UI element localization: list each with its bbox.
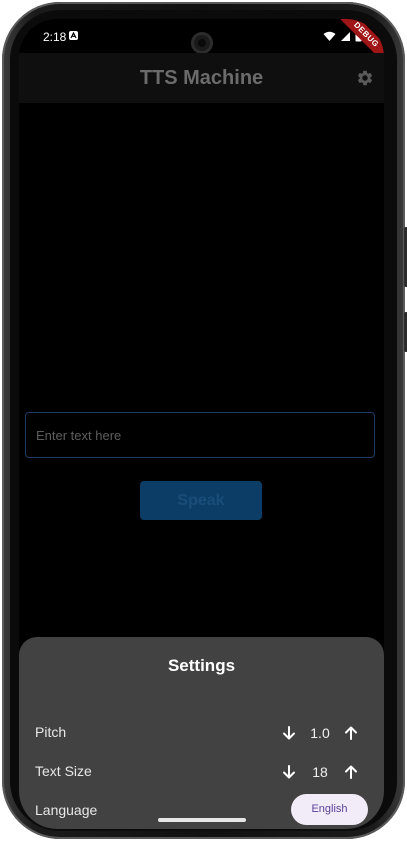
settings-sheet: Settings Pitch 1.0 Text Size 18 Language… [19,637,384,829]
settings-title: Settings [167,656,236,675]
arrow-down-icon [283,765,295,779]
app-screen: 2:18 DEBUG TTS Machine Speak Settings Pi… [19,19,384,829]
pitch-controls: 1.0 [280,721,360,745]
language-label: Language [35,802,98,818]
arrow-up-icon [345,765,357,779]
text-size-increase-button[interactable] [342,763,360,781]
text-size-controls: 18 [280,760,360,784]
arrow-up-icon [345,726,357,740]
arrow-down-icon [283,726,295,740]
home-indicator[interactable] [158,818,246,822]
language-select-button[interactable]: English [291,794,368,825]
pitch-increase-button[interactable] [342,724,360,742]
pitch-value: 1.0 [310,725,330,741]
app-bar: TTS Machine [19,53,384,103]
pitch-decrease-button[interactable] [280,724,298,742]
notification-icon [69,31,78,40]
speak-button[interactable]: Speak [140,481,262,520]
pitch-label: Pitch [35,724,67,740]
text-size-label: Text Size [35,763,92,779]
text-input[interactable] [25,412,375,458]
wifi-icon [323,31,336,41]
pitch-row: Pitch 1.0 [19,721,384,745]
signal-icon [341,31,350,41]
app-title: TTS Machine [139,67,264,89]
text-size-row: Text Size 18 [19,760,384,784]
text-size-value: 18 [312,764,328,780]
gear-icon[interactable] [356,69,374,87]
status-time: 2:18 [43,30,67,44]
front-camera [191,32,213,54]
text-size-decrease-button[interactable] [280,763,298,781]
